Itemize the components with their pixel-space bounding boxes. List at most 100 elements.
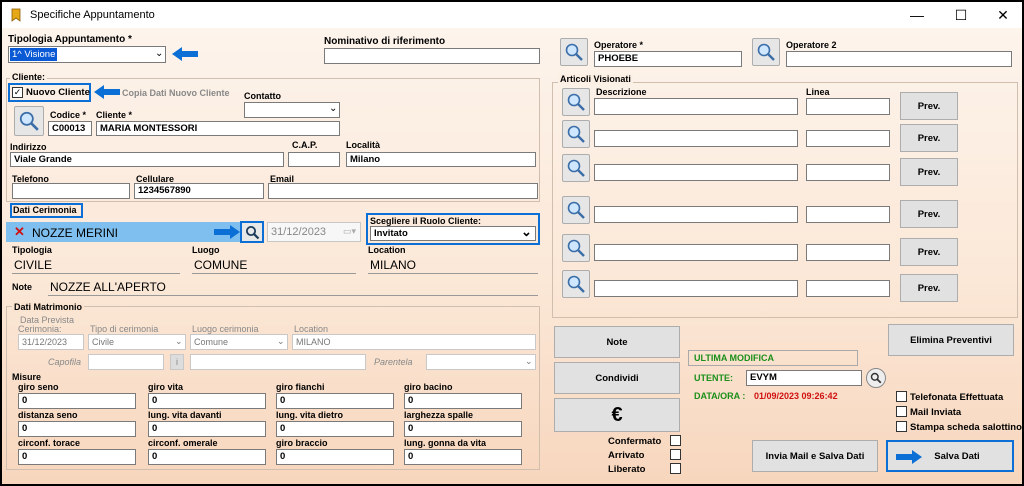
article-line-input[interactable]	[806, 130, 890, 147]
article-search-button[interactable]	[562, 270, 590, 298]
client-search-button[interactable]	[14, 106, 44, 136]
article-line-input[interactable]	[806, 280, 890, 297]
client-section-label: Cliente:	[10, 72, 48, 82]
article-prev-button[interactable]: Prev.	[900, 238, 958, 266]
print-sheet-checkbox[interactable]	[896, 421, 907, 432]
measure-input[interactable]: 0	[18, 421, 136, 437]
measure-label: circonf. torace	[18, 438, 81, 448]
delete-quotes-button[interactable]: Elimina Preventivi	[888, 324, 1014, 356]
article-prev-button[interactable]: Prev.	[900, 92, 958, 120]
mobile-input[interactable]: 1234567890	[134, 183, 264, 199]
operator2-search-button[interactable]	[752, 38, 780, 66]
measure-input[interactable]: 0	[18, 393, 136, 409]
contact-select[interactable]: ⌄	[244, 102, 340, 118]
arrived-checkbox[interactable]	[670, 449, 681, 460]
mail-sent-checkbox[interactable]	[896, 406, 907, 417]
send-mail-save-button[interactable]: Invia Mail e Salva Dati	[752, 440, 878, 472]
capofila-info-icon[interactable]: i	[170, 354, 184, 370]
article-desc-input[interactable]	[594, 280, 798, 297]
capofila-label: Capofila	[48, 357, 82, 367]
measure-input[interactable]: 0	[148, 393, 266, 409]
measure-input[interactable]: 0	[404, 421, 522, 437]
ceremony-date-value: 31/12/2023	[271, 226, 327, 238]
code-label: Codice *	[50, 110, 87, 120]
capofila-input[interactable]	[88, 354, 164, 370]
article-desc-label: Descrizione	[596, 87, 647, 97]
article-search-button[interactable]	[562, 154, 590, 182]
note-button[interactable]: Note	[554, 326, 680, 358]
mail-sent-label: Mail Inviata	[910, 407, 962, 418]
article-desc-input[interactable]	[594, 98, 798, 115]
measure-input[interactable]: 0	[276, 393, 394, 409]
magnifier-icon	[567, 201, 585, 219]
article-prev-button[interactable]: Prev.	[900, 124, 958, 152]
remove-ceremony-icon[interactable]: ✕	[14, 224, 25, 240]
arrow-right-icon	[896, 450, 922, 464]
article-prev-button[interactable]: Prev.	[900, 200, 958, 228]
freed-checkbox[interactable]	[670, 463, 681, 474]
minimize-button[interactable]: —	[902, 6, 932, 24]
operator2-label: Operatore 2	[786, 40, 837, 50]
article-search-button[interactable]	[562, 120, 590, 148]
article-search-button[interactable]	[562, 196, 590, 224]
wedding-location-input[interactable]: MILANO	[292, 334, 536, 350]
city-input[interactable]: Milano	[346, 152, 536, 167]
save-button[interactable]: Salva Dati	[886, 440, 1014, 472]
client-name-input[interactable]: MARIA MONTESSORI	[96, 121, 340, 136]
confirmed-checkbox[interactable]	[670, 435, 681, 446]
share-button[interactable]: Condividi	[554, 362, 680, 394]
measure-input[interactable]: 0	[276, 421, 394, 437]
measure-input[interactable]: 0	[276, 449, 394, 465]
copy-new-client-label[interactable]: Copia Dati Nuovo Cliente	[122, 88, 230, 98]
datetime-value: 01/09/2023 09:26:42	[754, 391, 838, 401]
address-input[interactable]: Viale Grande	[10, 152, 284, 167]
cap-input[interactable]	[288, 152, 340, 167]
user-search-button[interactable]	[866, 368, 886, 388]
ceremony-section-label: Dati Cerimonia	[13, 205, 77, 215]
appointment-type-select[interactable]: 1^ Visione ⌄	[8, 46, 166, 63]
referent-input[interactable]	[324, 48, 540, 64]
measure-input[interactable]: 0	[404, 393, 522, 409]
article-desc-input[interactable]	[594, 164, 798, 181]
new-client-checkbox[interactable]: ✓	[12, 87, 23, 98]
article-search-button[interactable]	[562, 88, 590, 116]
euro-button[interactable]: €	[554, 398, 680, 432]
wedding-type-select[interactable]: Civile ⌄	[88, 334, 186, 350]
measure-input[interactable]: 0	[148, 421, 266, 437]
article-desc-input[interactable]	[594, 244, 798, 261]
operator-search-button[interactable]	[560, 38, 588, 66]
email-input[interactable]	[268, 183, 538, 199]
chevron-down-icon: ⌄	[175, 336, 183, 346]
measure-input[interactable]: 0	[148, 449, 266, 465]
wedding-place-select[interactable]: Comune ⌄	[190, 334, 288, 350]
measure-input[interactable]: 0	[404, 449, 522, 465]
measure-label: giro seno	[18, 382, 59, 392]
magnifier-icon	[567, 275, 585, 293]
code-input[interactable]: C00013	[48, 121, 92, 136]
ceremony-search-button[interactable]	[240, 221, 264, 243]
wedding-date-input[interactable]: 31/12/2023	[18, 334, 84, 350]
article-desc-input[interactable]	[594, 206, 798, 223]
article-prev-button[interactable]: Prev.	[900, 158, 958, 186]
capofila-name-input[interactable]	[190, 354, 366, 370]
maximize-button[interactable]: ☐	[946, 6, 976, 24]
datetime-label: DATA/ORA :	[694, 391, 746, 401]
article-search-button[interactable]	[562, 234, 590, 262]
phone-input[interactable]	[12, 183, 130, 199]
article-line-input[interactable]	[806, 98, 890, 115]
article-line-input[interactable]	[806, 244, 890, 261]
close-button[interactable]: ✕	[988, 6, 1018, 24]
phone-done-checkbox[interactable]	[896, 391, 907, 402]
user-input[interactable]: EVYM	[746, 370, 862, 386]
article-line-input[interactable]	[806, 164, 890, 181]
article-desc-input[interactable]	[594, 130, 798, 147]
measure-input[interactable]: 0	[18, 449, 136, 465]
article-prev-button[interactable]: Prev.	[900, 274, 958, 302]
role-select[interactable]: Invitato ⌄	[370, 224, 536, 241]
magnifier-icon	[567, 239, 585, 257]
article-line-input[interactable]	[806, 206, 890, 223]
ceremony-date-picker[interactable]: 31/12/2023 ▭▾	[267, 222, 361, 242]
parentela-select[interactable]: ⌄	[426, 354, 536, 370]
operator2-input[interactable]	[786, 51, 1012, 67]
operator1-input[interactable]: PHOEBE	[594, 51, 742, 67]
